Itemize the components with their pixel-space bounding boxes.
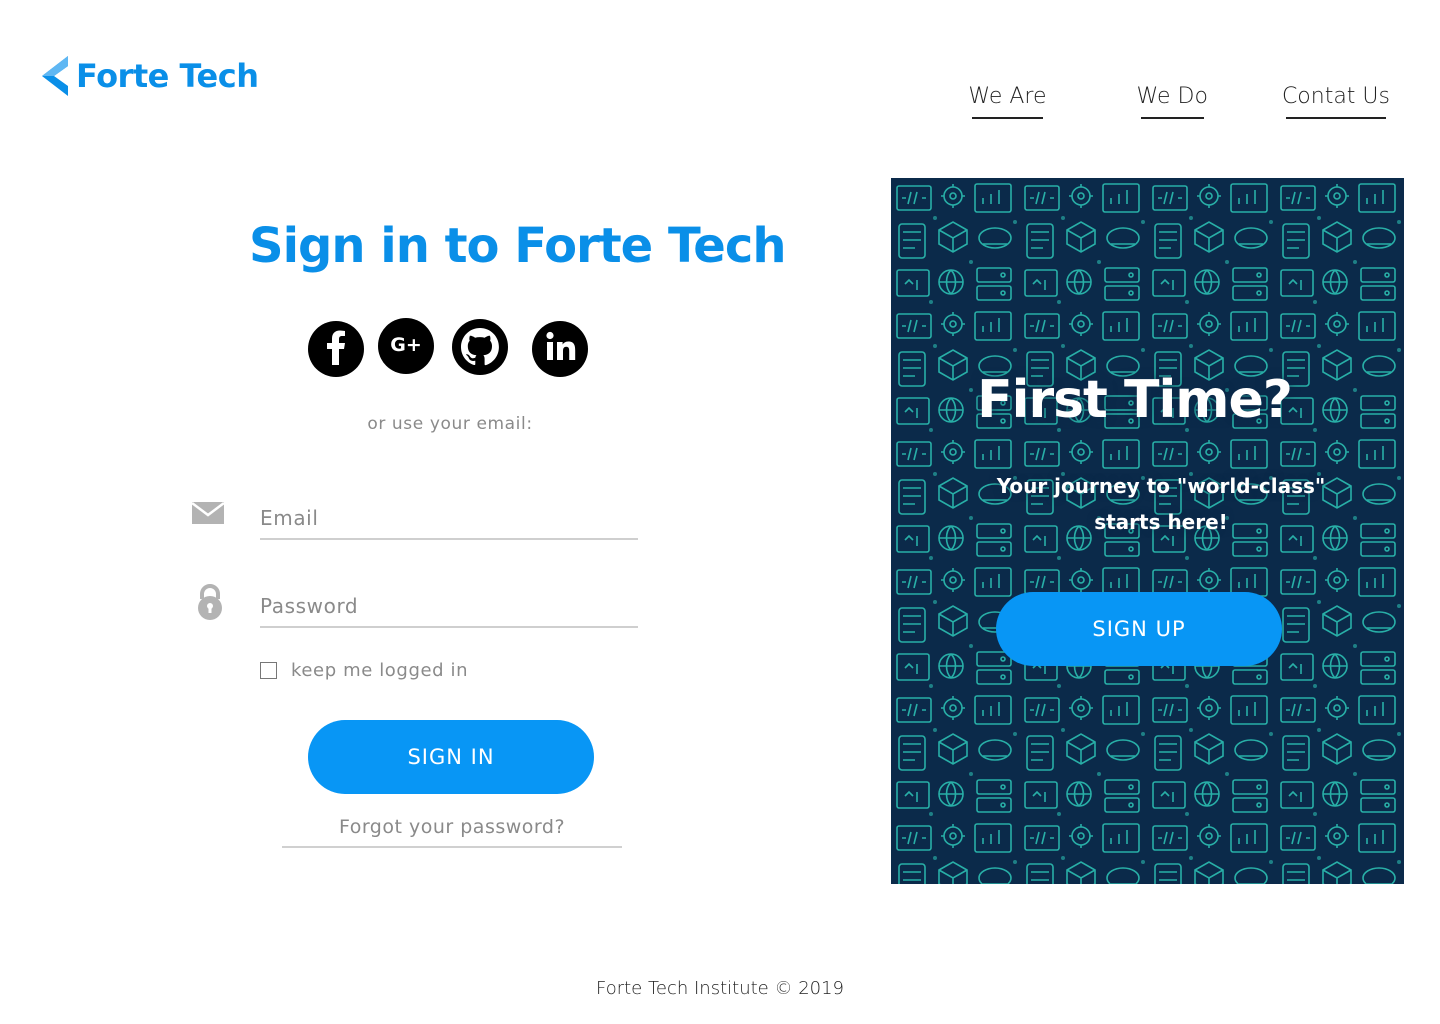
lock-icon	[190, 582, 230, 627]
panel-subtitle: Your journey to "world-class" starts her…	[971, 468, 1351, 540]
remember-me-option[interactable]: keep me logged in	[260, 660, 468, 681]
top-nav: We Are We Do Contat Us	[968, 84, 1390, 119]
nav-link-contact-us[interactable]: Contat Us	[1282, 84, 1390, 119]
logo-chevron-icon	[40, 54, 70, 98]
remember-me-checkbox[interactable]	[260, 662, 277, 679]
panel-subtitle-line-1: Your journey to "world-class"	[996, 474, 1326, 498]
or-use-email-label: or use your email:	[367, 414, 533, 434]
google-plus-icon: G+	[378, 316, 434, 377]
linkedin-login-button[interactable]	[532, 321, 588, 377]
password-field-row	[190, 582, 640, 632]
nav-link-we-are[interactable]: We Are	[968, 84, 1047, 119]
facebook-login-button[interactable]	[308, 321, 364, 377]
footer-copyright: Forte Tech Institute © 2019	[595, 978, 845, 999]
github-login-button[interactable]	[452, 318, 508, 380]
github-icon	[452, 318, 508, 380]
panel-subtitle-line-2: starts here!	[1094, 510, 1228, 534]
email-input[interactable]	[260, 498, 638, 540]
linkedin-icon	[532, 319, 588, 380]
remember-me-label: keep me logged in	[291, 660, 469, 681]
facebook-icon	[308, 319, 364, 380]
nav-link-we-do[interactable]: We Do	[1137, 84, 1208, 119]
social-login-group: G+	[306, 318, 596, 378]
sign-in-button[interactable]: SIGN IN	[308, 720, 594, 794]
svg-text:G+: G+	[390, 334, 422, 356]
envelope-icon	[190, 494, 226, 535]
panel-title: First Time?	[977, 370, 1293, 430]
sign-up-button[interactable]: SIGN UP	[996, 592, 1282, 666]
forgot-password-link[interactable]: Forgot your password?	[282, 816, 622, 848]
signup-panel: First Time? Your journey to "world-class…	[891, 178, 1404, 884]
brand-logo[interactable]: Forte Tech	[40, 54, 259, 98]
brand-name: Forte Tech	[76, 57, 259, 95]
password-input[interactable]	[260, 586, 638, 628]
email-field-row	[190, 494, 640, 544]
signin-title: Sign in to Forte Tech	[249, 218, 786, 274]
google-plus-login-button[interactable]: G+	[378, 318, 434, 374]
